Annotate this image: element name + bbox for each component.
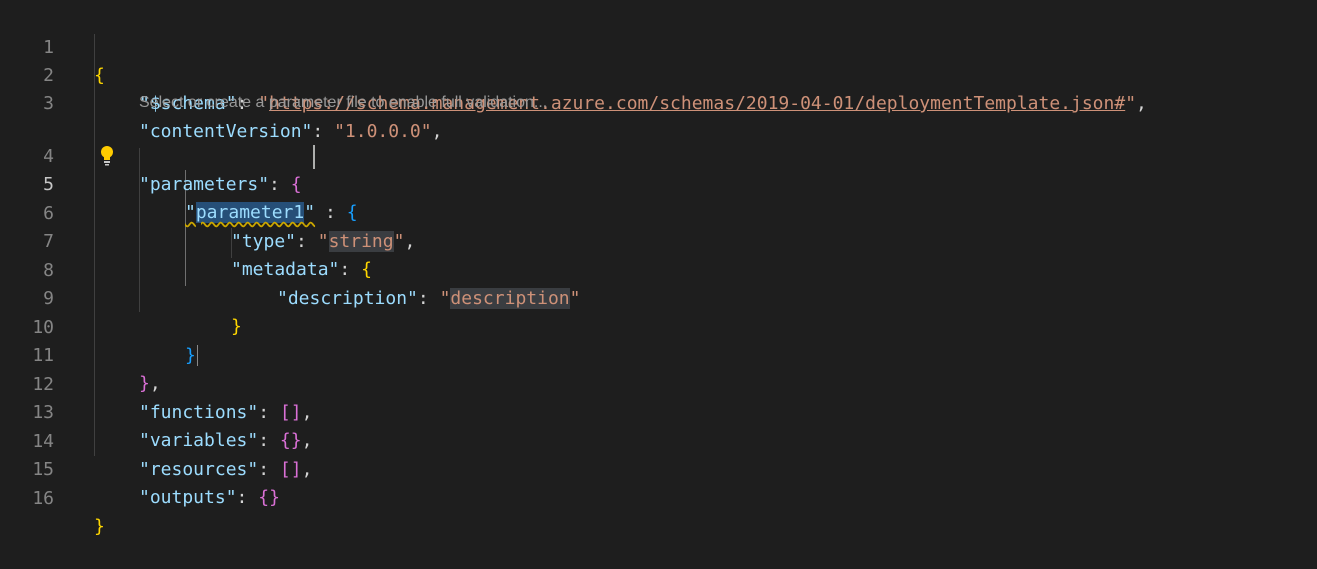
code-line-16[interactable]: 16 } [0, 457, 1317, 537]
code-line-1[interactable]: 1 { [0, 6, 1317, 86]
code-line-15[interactable]: 15 "outputs": {} [0, 428, 1317, 508]
code-line-5[interactable]: 5 "parameter1": { [0, 143, 1317, 223]
line-number: 3 [43, 93, 54, 114]
code-line-7[interactable]: 7 "metadata": { [0, 200, 1317, 280]
code-line-3[interactable]: 3 "contentVersion": "1.0.0.0", [0, 62, 1317, 142]
codelens-parameter-file[interactable]: Select or create a parameter file to ena… [139, 92, 547, 114]
line-number: 16 [32, 488, 54, 509]
code-line-13[interactable]: 13 "variables": {}, [0, 371, 1317, 451]
code-line-14[interactable]: 14 "resources": [], [0, 400, 1317, 480]
code-line-4[interactable]: 4 "parameters": { [0, 115, 1317, 195]
text-cursor [313, 145, 315, 169]
json-key: "outputs" [139, 487, 237, 508]
code-line-9[interactable]: 9 } [0, 257, 1317, 337]
code-line-6[interactable]: 6 "type": "string", [0, 172, 1317, 252]
code-line-2[interactable]: 2 "$schema": "https://schema.management.… [0, 34, 1317, 114]
code-editor[interactable]: 1 { 2 "$schema": "https://schema.managem… [0, 0, 1317, 537]
code-line-8[interactable]: 8 "description": "description" [0, 229, 1317, 309]
code-line-12[interactable]: 12 "functions": [], [0, 343, 1317, 423]
code-line-11[interactable]: 11 }, [0, 314, 1317, 394]
bracket: } [94, 516, 105, 537]
code-line-10[interactable]: 10 } [0, 286, 1317, 366]
